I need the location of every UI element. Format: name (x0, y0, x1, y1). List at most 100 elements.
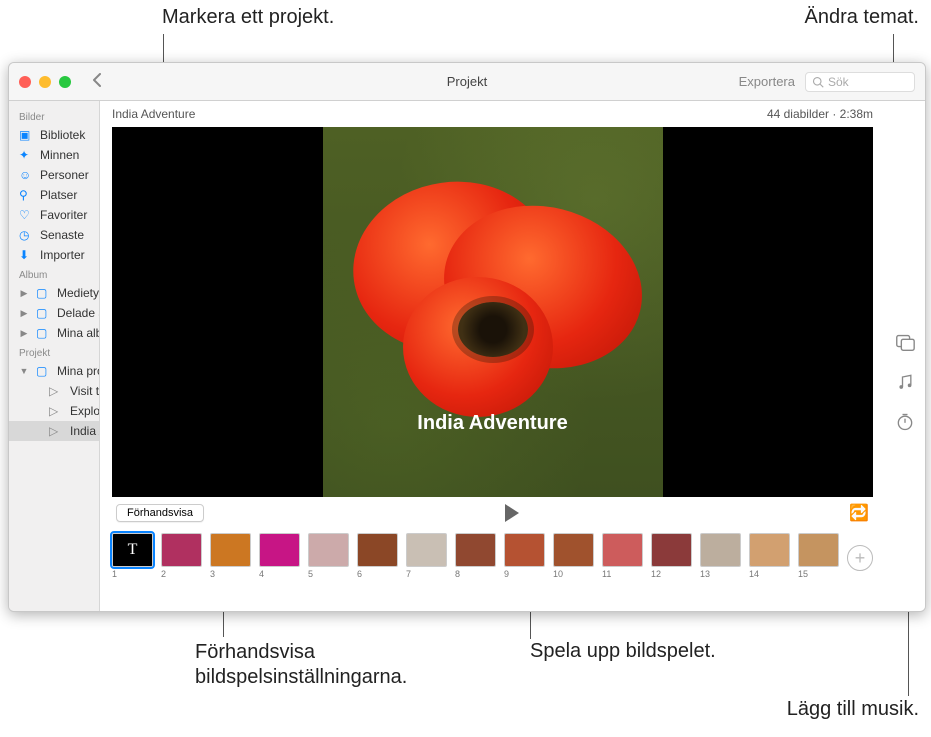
thumbnail[interactable] (455, 533, 496, 567)
sidebar-item-my-projects[interactable]: ▼ ▢ Mina projekt (9, 361, 99, 381)
sidebar-item-my-albums[interactable]: ▶ ▢ Mina album (9, 323, 99, 343)
folder-icon: ▢ (36, 364, 50, 378)
sidebar-project-lisbon[interactable]: ▷ Visit to Lisbon (9, 381, 99, 401)
thumbnail-index: 13 (700, 569, 710, 579)
sidebar-section-album: Album (9, 265, 99, 283)
sidebar-item-label: India Adventure (70, 424, 99, 438)
sidebar-item-library[interactable]: ▣ Bibliotek (9, 125, 99, 145)
thumbnail[interactable] (210, 533, 251, 567)
thumbnail-index: 11 (602, 569, 611, 579)
sidebar-item-label: Mina projekt (57, 364, 99, 378)
export-button[interactable]: Exportera (739, 74, 795, 89)
sidebar-item-recent[interactable]: ◷ Senaste (9, 225, 99, 245)
minimize-icon[interactable] (39, 76, 51, 88)
sidebar-section-project: Projekt (9, 343, 99, 361)
sidebar-project-morocco[interactable]: ▷ Exploring Mor… (9, 401, 99, 421)
sidebar-item-label: Platser (40, 188, 77, 202)
sidebar-item-label: Senaste (40, 228, 84, 242)
search-input[interactable]: Sök (805, 72, 915, 92)
thumbnail-index: 7 (406, 569, 411, 579)
titlebar: Projekt Exportera Sök (9, 63, 925, 101)
thumbnail-index: 8 (455, 569, 460, 579)
download-icon: ⬇ (19, 248, 33, 262)
sidebar-item-label: Favoriter (40, 208, 87, 222)
sidebar-item-label: Personer (40, 168, 89, 182)
memories-icon: ✦ (19, 148, 33, 162)
heart-icon: ♡ (19, 208, 33, 222)
thumbnail-index: 15 (798, 569, 808, 579)
back-button[interactable] (91, 71, 103, 92)
slideshow-icon: ▷ (49, 424, 63, 438)
sidebar-item-mediatypes[interactable]: ▶ ▢ Medietyper (9, 283, 99, 303)
search-placeholder: Sök (828, 75, 849, 89)
sidebar-item-shared-albums[interactable]: ▶ ▢ Delade album (9, 303, 99, 323)
thumbnail[interactable] (553, 533, 594, 567)
thumbnail-index: 1 (112, 569, 117, 579)
callout-add-music: Lägg till musik. (787, 698, 919, 721)
thumbnail[interactable] (357, 533, 398, 567)
sidebar-item-label: Minnen (40, 148, 79, 162)
sidebar: Bilder ▣ Bibliotek ✦ Minnen ☺ Personer ⚲… (9, 101, 100, 611)
duration-button[interactable] (894, 411, 916, 433)
title-slide-glyph: T (113, 534, 152, 566)
search-icon (812, 76, 824, 88)
thumbnail[interactable] (308, 533, 349, 567)
thumbnail-index: 3 (210, 569, 215, 579)
slideshow-icon: ▷ (49, 404, 63, 418)
thumbnail[interactable] (798, 533, 839, 567)
thumbnail-index: 6 (357, 569, 362, 579)
filmstrip: T123456789101112131415+ (100, 529, 885, 589)
play-button[interactable] (505, 504, 519, 522)
chevron-down-icon: ▼ (19, 366, 29, 376)
sidebar-project-india[interactable]: ▷ India Adventure (9, 421, 99, 441)
sidebar-item-label: Mina album (57, 326, 99, 340)
sidebar-item-label: Importer (40, 248, 85, 262)
thumbnail[interactable] (504, 533, 545, 567)
zoom-icon[interactable] (59, 76, 71, 88)
thumbnail[interactable] (259, 533, 300, 567)
thumbnail-index: 10 (553, 569, 563, 579)
slideshow-icon: ▷ (49, 384, 63, 398)
thumbnail-index: 12 (651, 569, 661, 579)
callout-play-slideshow: Spela upp bildspelet. (530, 640, 716, 663)
sidebar-item-memories[interactable]: ✦ Minnen (9, 145, 99, 165)
add-slide-button[interactable]: + (847, 545, 873, 571)
sidebar-item-label: Visit to Lisbon (70, 384, 99, 398)
loop-button[interactable]: 🔁 (849, 503, 869, 523)
photos-icon: ▣ (19, 128, 33, 142)
window-controls (19, 76, 71, 88)
thumbnail[interactable] (406, 533, 447, 567)
project-meta: 44 diabilder · 2:38m (767, 107, 873, 121)
side-tools (885, 101, 925, 611)
sidebar-item-label: Bibliotek (40, 128, 85, 142)
sidebar-section-images: Bilder (9, 107, 99, 125)
chevron-right-icon: ▶ (19, 288, 29, 299)
callout-preview-settings: Förhandsvisa bildspelsinställningarna. (195, 640, 445, 690)
close-icon[interactable] (19, 76, 31, 88)
preview-button[interactable]: Förhandsvisa (116, 504, 204, 522)
music-button[interactable] (894, 371, 916, 393)
preview-stage: India Adventure (112, 127, 873, 497)
thumbnail-index: 2 (161, 569, 166, 579)
sidebar-item-places[interactable]: ⚲ Platser (9, 185, 99, 205)
sidebar-item-people[interactable]: ☺ Personer (9, 165, 99, 185)
project-title: India Adventure (112, 107, 195, 121)
sidebar-item-label: Medietyper (57, 286, 99, 300)
thumbnail[interactable] (651, 533, 692, 567)
pin-icon: ⚲ (19, 188, 33, 202)
chevron-right-icon: ▶ (19, 308, 29, 319)
sidebar-item-imports[interactable]: ⬇ Importer (9, 245, 99, 265)
theme-button[interactable] (894, 331, 916, 353)
thumbnail[interactable] (749, 533, 790, 567)
thumbnail[interactable] (602, 533, 643, 567)
thumbnail[interactable] (700, 533, 741, 567)
thumbnail[interactable] (161, 533, 202, 567)
main-area: India Adventure 44 diabilder · 2:38m Ind… (100, 101, 925, 611)
thumbnail-index: 14 (749, 569, 759, 579)
sidebar-item-label: Exploring Mor… (70, 404, 99, 418)
thumbnail-index: 5 (308, 569, 313, 579)
sidebar-item-favorites[interactable]: ♡ Favoriter (9, 205, 99, 225)
thumbnail-index: 9 (504, 569, 509, 579)
folder-icon: ▢ (36, 326, 50, 340)
thumbnail[interactable]: T (112, 533, 153, 567)
